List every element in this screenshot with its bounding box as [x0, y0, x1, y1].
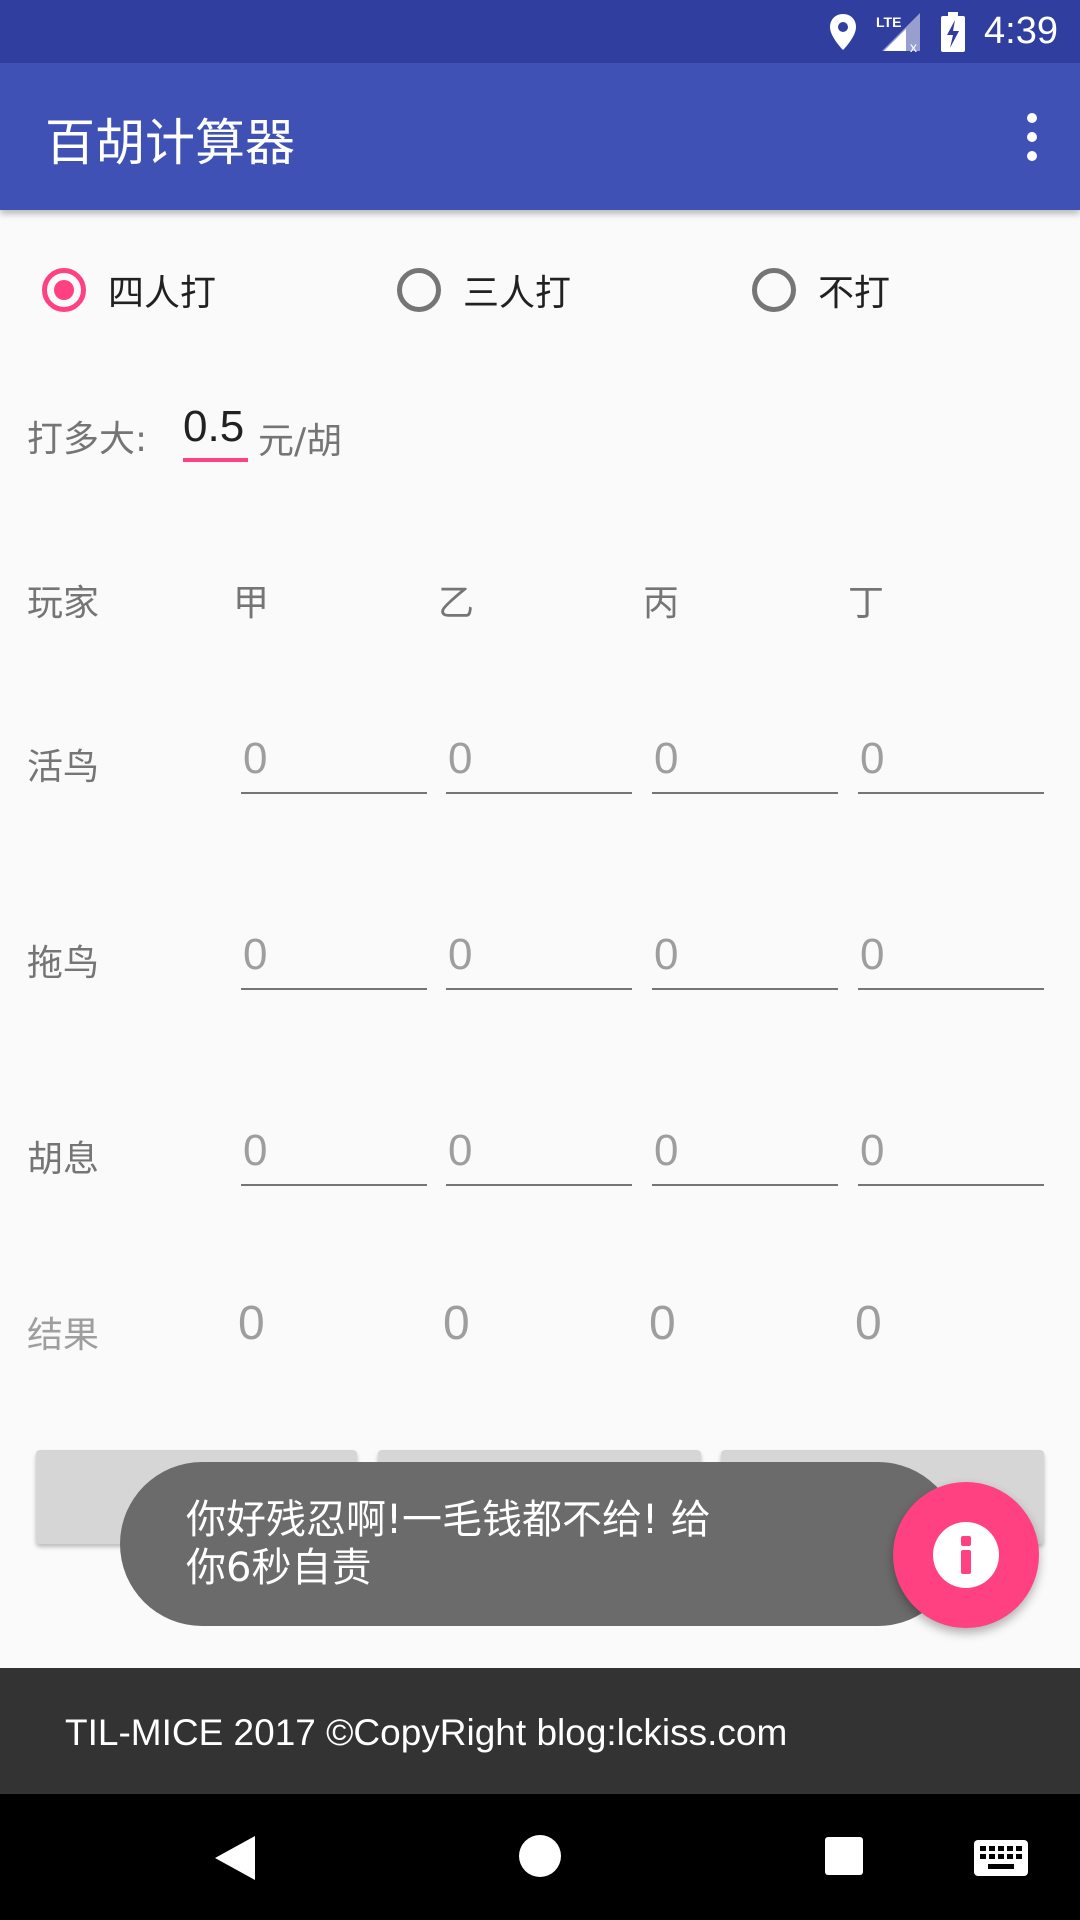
- app-bar: 百胡计算器: [0, 63, 1080, 210]
- footer-text: TIL-MICE 2017 ©CopyRight blog:lckiss.com: [65, 1712, 788, 1753]
- drag-bird-input[interactable]: 0: [446, 924, 632, 990]
- keyboard-icon[interactable]: [974, 1840, 1028, 1876]
- mode-radio-group: 四人打 三人打 不打: [0, 258, 1080, 322]
- recents-icon[interactable]: [824, 1836, 864, 1876]
- drag-bird-input[interactable]: 0: [858, 924, 1044, 990]
- live-bird-input[interactable]: 0: [858, 728, 1044, 794]
- radio-no-play[interactable]: 不打: [752, 264, 890, 316]
- overflow-menu-icon[interactable]: [1020, 113, 1044, 161]
- navigation-bar: [0, 1794, 1080, 1920]
- result-value: 0: [238, 1297, 265, 1350]
- player-name: 甲: [233, 583, 270, 624]
- result-value: 0: [443, 1297, 470, 1350]
- hu-points-label: 胡息: [27, 1139, 100, 1180]
- toast-message: 你好残忍啊!一毛钱都不给! 给 你6秒自责: [120, 1462, 960, 1626]
- result-value: 0: [855, 1297, 882, 1350]
- radio-three-players[interactable]: 三人打: [397, 264, 571, 316]
- info-fab-button[interactable]: [893, 1482, 1039, 1628]
- footer: TIL-MICE 2017 ©CopyRight blog:lckiss.com: [0, 1668, 1080, 1794]
- drag-bird-input[interactable]: 0: [241, 924, 427, 990]
- status-icons: LTE x 4:39: [828, 0, 1058, 63]
- result-value: 0: [649, 1297, 676, 1350]
- radio-label: 三人打: [463, 273, 572, 314]
- radio-label: 四人打: [108, 273, 217, 314]
- rate-label: 打多大:: [27, 419, 148, 460]
- svg-text:x: x: [910, 39, 917, 53]
- info-icon: [933, 1522, 999, 1588]
- toast-line: 你好残忍啊!一毛钱都不给! 给: [186, 1497, 711, 1543]
- rate-unit: 元/胡: [258, 421, 343, 462]
- players-header-label: 玩家: [27, 583, 100, 624]
- drag-bird-input[interactable]: 0: [652, 924, 838, 990]
- toast-line: 你6秒自责: [186, 1545, 372, 1591]
- app-title: 百胡计算器: [45, 114, 295, 172]
- drag-bird-label: 拖鸟: [27, 943, 100, 984]
- radio-checked-icon: [42, 268, 86, 312]
- live-bird-input[interactable]: 0: [241, 728, 427, 794]
- player-name: 丁: [848, 583, 885, 624]
- live-bird-label: 活鸟: [27, 747, 100, 788]
- location-icon: [830, 13, 857, 50]
- status-bar: LTE x 4:39: [0, 0, 1080, 63]
- radio-label: 不打: [818, 273, 891, 314]
- svg-text:LTE: LTE: [876, 14, 901, 30]
- radio-unchecked-icon: [752, 268, 796, 312]
- status-time: 4:39: [984, 10, 1058, 52]
- lte-signal-icon: LTE x: [876, 12, 921, 53]
- radio-four-players[interactable]: 四人打: [42, 264, 216, 316]
- home-icon[interactable]: [518, 1834, 562, 1878]
- player-name: 乙: [438, 583, 475, 624]
- live-bird-input[interactable]: 0: [652, 728, 838, 794]
- hu-points-input[interactable]: 0: [652, 1120, 838, 1186]
- player-name: 丙: [643, 583, 680, 624]
- result-label: 结果: [27, 1315, 100, 1356]
- rate-input[interactable]: 0.5: [183, 402, 248, 462]
- live-bird-input[interactable]: 0: [446, 728, 632, 794]
- battery-charging-icon: [941, 11, 966, 52]
- hu-points-input[interactable]: 0: [858, 1120, 1044, 1186]
- hu-points-input[interactable]: 0: [446, 1120, 632, 1186]
- radio-unchecked-icon: [397, 268, 441, 312]
- hu-points-input[interactable]: 0: [241, 1120, 427, 1186]
- back-icon[interactable]: [213, 1834, 257, 1882]
